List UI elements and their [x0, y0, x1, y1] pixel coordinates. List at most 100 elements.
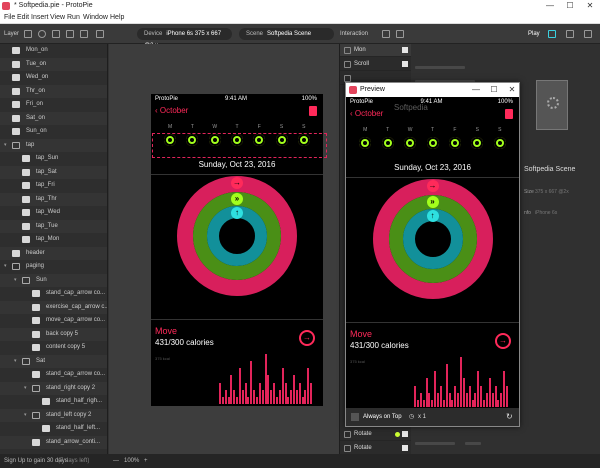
minimize-button[interactable]: — [540, 0, 560, 12]
trigger-row[interactable]: Mon [340, 44, 412, 57]
layer-row[interactable]: ▾ tap [0, 138, 107, 152]
selection-box[interactable] [152, 133, 327, 158]
back-button[interactable]: ‹ October [350, 109, 383, 118]
present-icon[interactable] [584, 30, 592, 38]
layer-row[interactable]: Wed_on [0, 71, 107, 84]
layer-row[interactable]: ▾ Sat [0, 354, 107, 368]
layer-row[interactable]: header [0, 246, 107, 260]
layer-row[interactable]: Sun_on [0, 125, 107, 138]
layer-row[interactable]: back copy 5 [0, 327, 107, 341]
layer-row[interactable]: stand_half_righ... [0, 395, 107, 408]
layer-row[interactable]: tap_Fri [0, 179, 107, 192]
menu-insert[interactable]: Insert [31, 12, 49, 24]
layer-row[interactable]: stand_half_left... [0, 422, 107, 435]
layer-row[interactable]: move_cap_arrow co... [0, 314, 107, 327]
day-activity-ring[interactable] [493, 137, 506, 149]
layer-row[interactable]: tap_Wed [0, 206, 107, 219]
zoom-in-button[interactable]: + [144, 454, 148, 468]
protopie-logo-icon [2, 2, 10, 10]
menu-window[interactable]: Window [83, 12, 108, 24]
layer-row[interactable]: ▾ stand_left copy 2 [0, 408, 107, 422]
zoom-level[interactable]: 100% [124, 454, 139, 468]
layer-row[interactable]: tap_Sat [0, 165, 107, 179]
day-activity-ring[interactable] [448, 137, 461, 149]
preview-close-button[interactable]: ✕ [506, 83, 518, 97]
scene-thumbnail[interactable] [536, 80, 568, 130]
circle-tool-icon[interactable] [38, 30, 46, 38]
layer-row[interactable]: Sat_on [0, 111, 107, 125]
move-bar [414, 385, 416, 407]
menu-help[interactable]: Help [110, 12, 124, 24]
container-tool-icon[interactable] [80, 30, 88, 38]
preview-phone[interactable]: ProtoPie 9:41 AM 100% ‹ October M T W T F S S Sunda… [346, 97, 519, 409]
zoom-out-button[interactable]: — [113, 454, 119, 468]
expand-arrow-icon[interactable]: ▾ [24, 382, 27, 395]
close-button[interactable]: ✕ [580, 0, 600, 12]
expand-arrow-icon[interactable]: ▾ [14, 355, 17, 368]
layer-row[interactable]: Thr_on [0, 84, 107, 98]
exercise-color-tag [395, 432, 400, 437]
expand-arrow-icon[interactable]: ▾ [4, 139, 7, 152]
response-row[interactable]: Rotate [340, 428, 412, 441]
layer-row[interactable]: Mon_on [0, 44, 107, 57]
move-detail-button[interactable]: → [495, 333, 511, 349]
move-detail-button[interactable]: → [299, 330, 315, 346]
layer-row[interactable]: tap_Tue [0, 219, 107, 233]
interaction-toggle[interactable] [402, 431, 408, 437]
day-activity-ring[interactable] [471, 137, 484, 149]
maximize-button[interactable]: ☐ [560, 0, 580, 12]
preview-maximize-button[interactable]: ☐ [488, 83, 500, 97]
preview-window-icon[interactable] [548, 30, 556, 38]
menu-file[interactable]: File [4, 12, 15, 24]
speed-value[interactable]: x 1 [418, 408, 426, 426]
device-selector[interactable]: DeviceiPhone 6s 375 x 667 @2 x [137, 28, 232, 49]
text-tool-icon[interactable] [52, 30, 60, 38]
menu-run[interactable]: Run [67, 12, 80, 24]
phone-nav-bar: ‹ October [346, 109, 519, 125]
layer-row[interactable]: ▾ stand_right copy 2 [0, 381, 107, 395]
interaction-toggle[interactable] [402, 47, 408, 53]
layer-row[interactable]: stand_cap_arrow co... [0, 368, 107, 381]
preview-window[interactable]: Preview — ☐ ✕ ProtoPie 9:41 AM 100% ‹ Octob… [345, 82, 520, 427]
layer-row[interactable]: content copy 5 [0, 341, 107, 354]
expand-arrow-icon[interactable]: ▾ [14, 274, 17, 287]
canvas[interactable]: ProtoPie 9:41 AM 100% ‹ October M T W T F S S Sunda… [109, 44, 339, 454]
layer-name: Mon_on [26, 47, 48, 53]
share-icon[interactable] [309, 106, 317, 116]
expand-arrow-icon[interactable]: ▾ [24, 409, 27, 422]
reload-icon[interactable]: ↻ [506, 408, 513, 426]
image-tool-icon[interactable] [66, 30, 74, 38]
day-activity-ring[interactable] [381, 137, 394, 149]
preview-minimize-button[interactable]: — [470, 83, 482, 97]
layer-row[interactable]: Fri_on [0, 98, 107, 111]
back-button[interactable]: ‹ October [155, 106, 188, 115]
scale-tool-icon[interactable] [96, 30, 104, 38]
day-activity-ring[interactable] [404, 137, 417, 149]
interaction-toggle[interactable] [402, 445, 408, 451]
layer-row[interactable]: ▾ paging [0, 260, 107, 273]
layer-tool-icon[interactable] [24, 30, 32, 38]
share-icon[interactable] [505, 109, 513, 119]
folder-icon [12, 263, 20, 270]
move-bar [425, 378, 428, 407]
response-row[interactable]: Scroll [340, 58, 412, 71]
menu-edit[interactable]: Edit [17, 12, 29, 24]
layer-row[interactable]: Tue_on [0, 57, 107, 71]
layer-row[interactable]: tap_Mon [0, 233, 107, 246]
expand-arrow-icon[interactable]: ▾ [4, 260, 7, 273]
layer-row[interactable]: stand_arrow_conti... [0, 435, 107, 449]
layer-row[interactable]: ▾ Sun [0, 273, 107, 287]
add-trigger-icon[interactable] [382, 30, 390, 38]
day-activity-ring[interactable] [426, 137, 439, 149]
scene-selector[interactable]: Scene Softpedia Scene [239, 28, 334, 40]
device-preview-icon[interactable] [566, 30, 574, 38]
layer-row[interactable]: tap_Thr [0, 192, 107, 206]
layer-row[interactable]: exercise_cap_arrow c... [0, 300, 107, 314]
layer-row[interactable]: tap_Sun [0, 152, 107, 165]
always-on-top-checkbox[interactable] [351, 413, 359, 421]
day-activity-ring[interactable] [359, 137, 372, 149]
interaction-toggle[interactable] [402, 61, 408, 67]
trigger-list-icon[interactable] [396, 30, 404, 38]
layer-row[interactable]: stand_cap_arrow co... [0, 287, 107, 300]
menu-view[interactable]: View [50, 12, 65, 24]
